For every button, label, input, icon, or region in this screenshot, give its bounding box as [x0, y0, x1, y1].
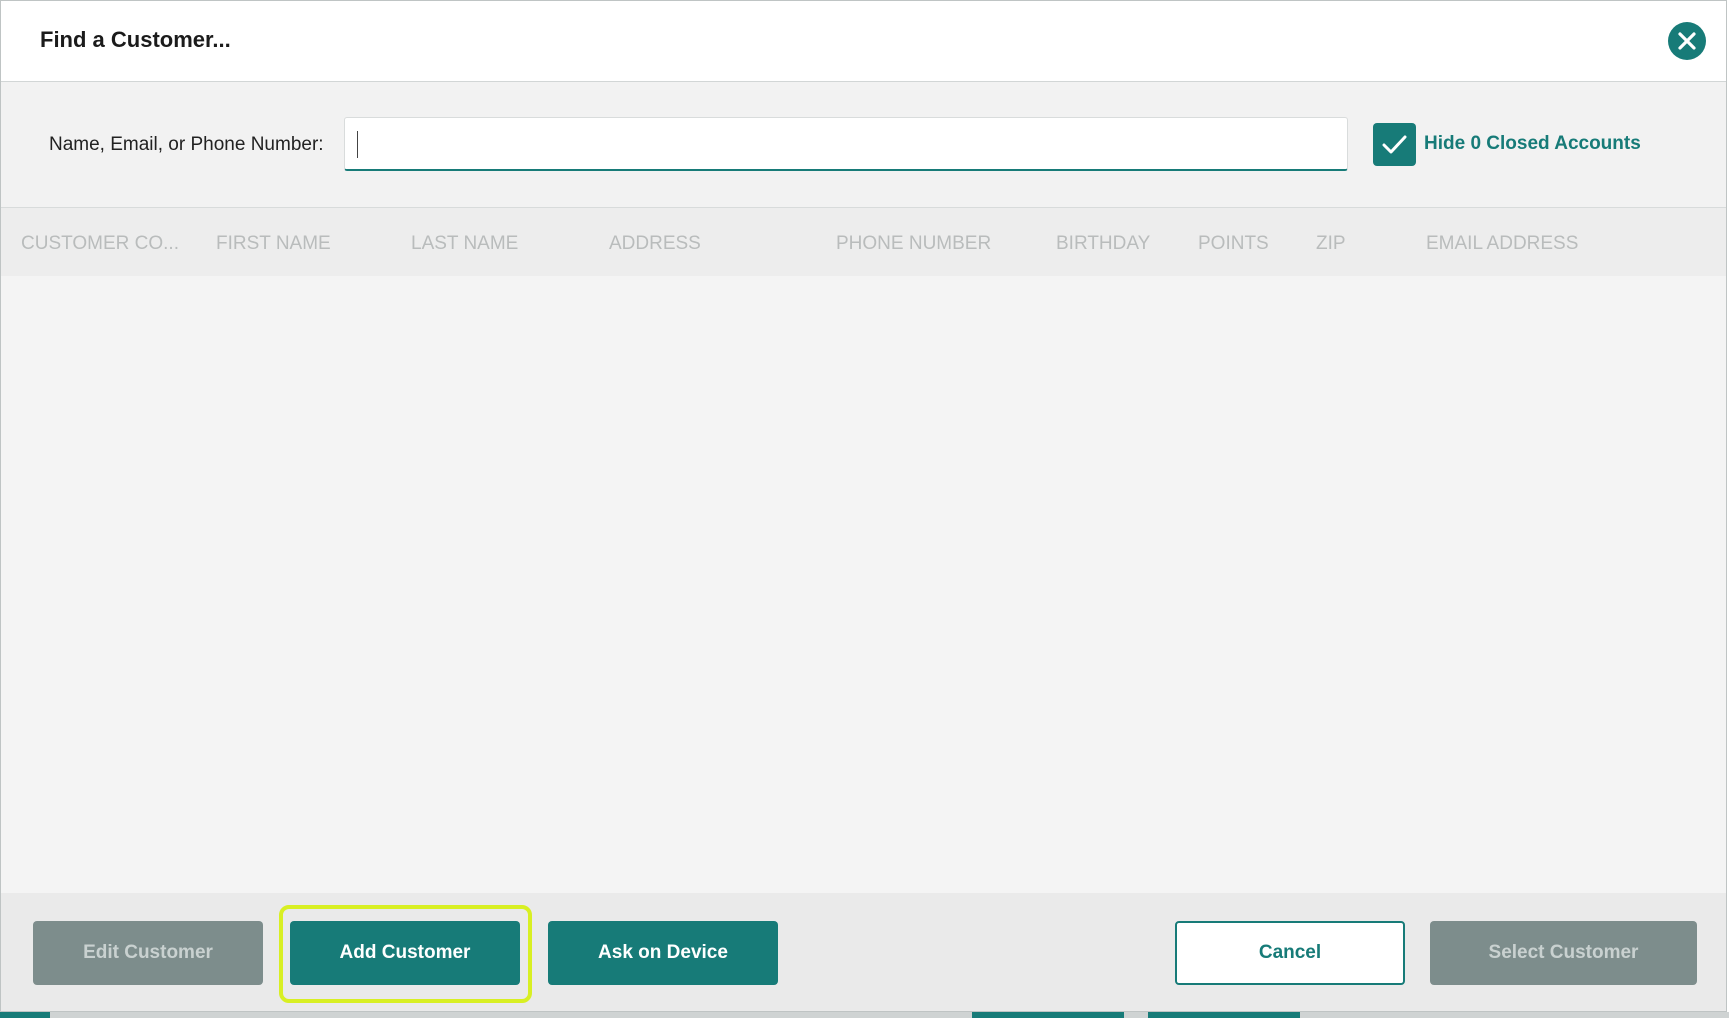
results-table-header: CUSTOMER CO... FIRST NAME LAST NAME ADDR…	[1, 208, 1726, 276]
dialog-title: Find a Customer...	[40, 27, 231, 52]
find-customer-dialog: Find a Customer... Name, Email, or Phone…	[0, 0, 1727, 1012]
column-birthday[interactable]: BIRTHDAY	[1056, 233, 1150, 255]
column-first-name[interactable]: FIRST NAME	[216, 233, 331, 255]
column-points[interactable]: POINTS	[1198, 233, 1269, 255]
background-strip	[0, 1012, 1729, 1018]
search-input[interactable]	[344, 117, 1348, 171]
add-customer-button[interactable]: Add Customer	[290, 921, 520, 985]
ask-on-device-button[interactable]: Ask on Device	[548, 921, 778, 985]
close-button[interactable]	[1668, 22, 1706, 60]
hide-closed-checkbox[interactable]	[1373, 122, 1416, 166]
column-zip[interactable]: ZIP	[1316, 233, 1346, 255]
select-customer-button[interactable]: Select Customer	[1430, 921, 1697, 985]
column-email-address[interactable]: EMAIL ADDRESS	[1426, 233, 1578, 255]
title-bar: Find a Customer...	[1, 1, 1726, 82]
edit-customer-button[interactable]: Edit Customer	[33, 921, 263, 985]
search-label: Name, Email, or Phone Number:	[49, 134, 324, 155]
search-panel: Name, Email, or Phone Number: Hide 0 Clo…	[1, 82, 1726, 208]
strip-segment	[1148, 1012, 1300, 1018]
column-phone-number[interactable]: PHONE NUMBER	[836, 233, 991, 255]
dialog-footer: Edit Customer Add Customer Ask on Device…	[1, 893, 1726, 1011]
results-table-body[interactable]	[1, 276, 1726, 893]
strip-segment	[0, 1012, 50, 1018]
strip-segment	[972, 1012, 1124, 1018]
cancel-button[interactable]: Cancel	[1175, 921, 1405, 985]
hide-closed-label: Hide 0 Closed Accounts	[1424, 133, 1641, 154]
text-caret	[357, 131, 358, 158]
close-icon	[1678, 32, 1696, 50]
column-address[interactable]: ADDRESS	[609, 233, 701, 255]
column-customer-code[interactable]: CUSTOMER CO...	[21, 233, 179, 255]
hide-closed-accounts-toggle[interactable]: Hide 0 Closed Accounts	[1373, 122, 1641, 166]
column-last-name[interactable]: LAST NAME	[411, 233, 518, 255]
checkmark-icon	[1382, 135, 1407, 153]
